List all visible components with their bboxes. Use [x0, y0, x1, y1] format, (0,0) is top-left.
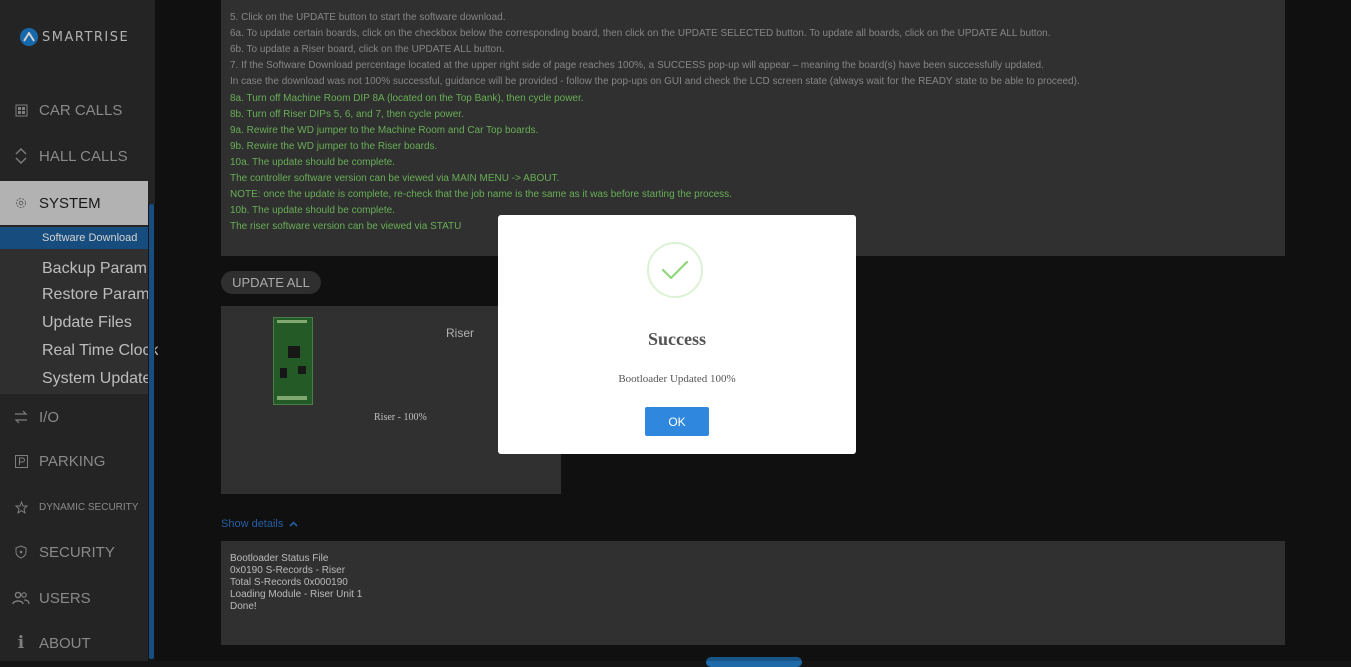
- modal-title: Success: [648, 329, 706, 349]
- success-check-icon: [647, 242, 703, 298]
- success-modal: Success Bootloader Updated 100% OK: [498, 215, 856, 454]
- modal-message: Bootloader Updated 100%: [618, 373, 736, 385]
- ok-button[interactable]: OK: [645, 407, 709, 436]
